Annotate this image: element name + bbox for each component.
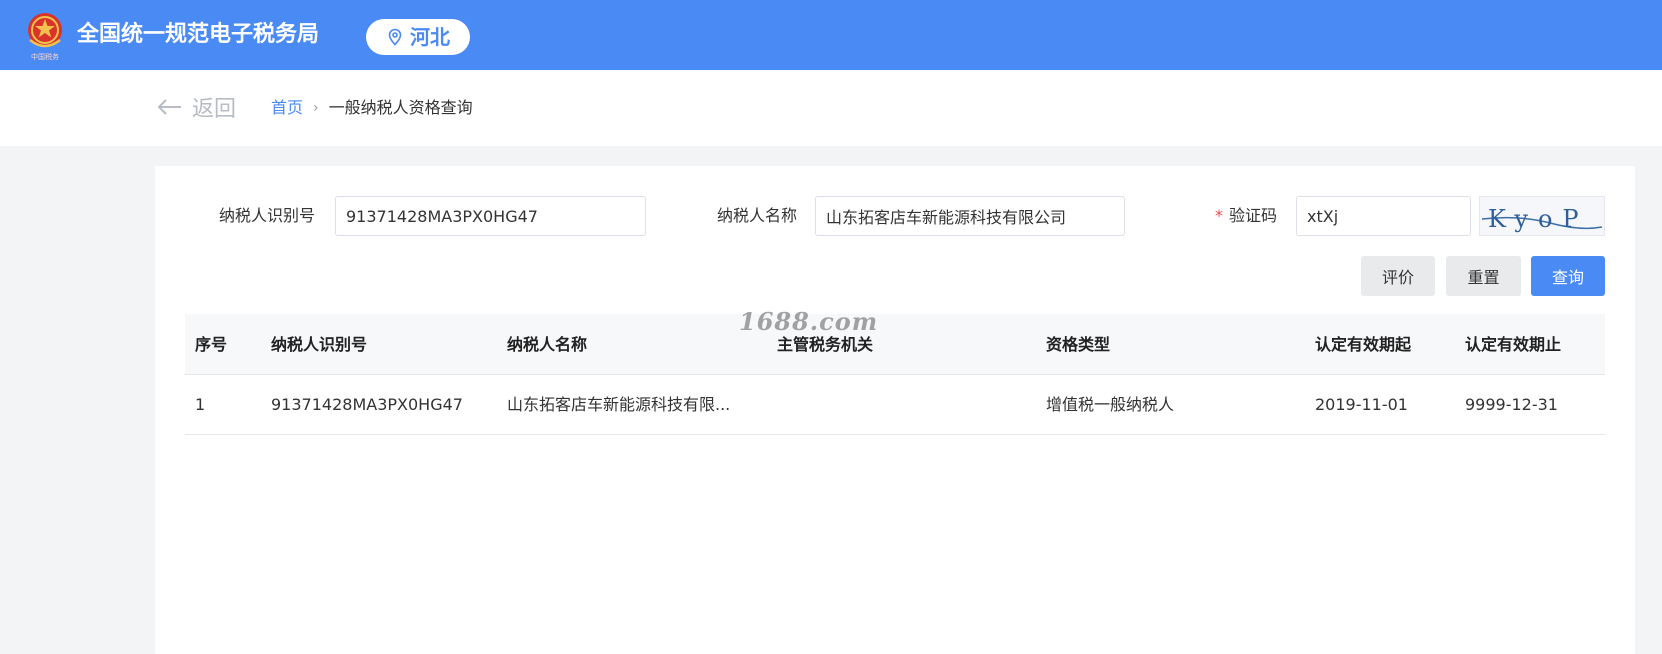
col-header-taxpayer-name: 纳税人名称	[507, 335, 588, 354]
breadcrumb: 首页 › 一般纳税人资格查询	[271, 97, 473, 119]
col-header-tax-authority: 主管税务机关	[777, 335, 874, 354]
captcha-image[interactable]: KyoP	[1479, 196, 1605, 236]
captcha-label: 验证码	[1229, 206, 1278, 225]
col-header-valid-to: 认定有效期止	[1465, 335, 1562, 354]
watermark-text: 1688.com	[739, 307, 879, 336]
tax-emblem-icon: 中国税务	[28, 13, 62, 61]
captcha-label-wrap: * 验证码	[1215, 205, 1277, 227]
cell-taxpayer-name: 山东拓客店车新能源科技有限...	[507, 395, 731, 414]
cell-valid-from: 2019-11-01	[1315, 395, 1408, 414]
top-header: 中国税务 全国统一规范电子税务局 河北	[0, 0, 1662, 70]
captcha-graphic: KyoP	[1481, 205, 1603, 233]
cell-taxpayer-id: 91371428MA3PX0HG47	[271, 395, 463, 414]
evaluate-button[interactable]: 评价	[1361, 256, 1435, 296]
col-header-index: 序号	[195, 335, 228, 354]
cell-qualification-type: 增值税一般纳税人	[1046, 395, 1175, 414]
captcha-input[interactable]	[1296, 196, 1471, 236]
site-title: 全国统一规范电子税务局	[77, 22, 320, 47]
breadcrumb-separator: ›	[313, 100, 319, 116]
taxpayer-name-label: 纳税人名称	[717, 206, 798, 225]
table-header: 序号 纳税人识别号 纳税人名称 主管税务机关 资格类型 认定有效期起 认定有效期…	[185, 314, 1605, 375]
col-header-valid-from: 认定有效期起	[1315, 335, 1412, 354]
emblem-text: 中国税务	[31, 52, 59, 61]
taxpayer-name-input[interactable]	[815, 196, 1125, 236]
cell-index: 1	[195, 395, 206, 414]
region-selector[interactable]: 河北	[366, 19, 470, 55]
taxpayer-id-input[interactable]	[335, 196, 646, 236]
back-button[interactable]: 返回	[156, 90, 236, 124]
query-button[interactable]: 查询	[1531, 256, 1605, 296]
query-panel: 纳税人识别号 纳税人名称 * 验证码 KyoP 评价 重置 查询 序号 纳税人识别…	[155, 166, 1635, 654]
cell-valid-to: 9999-12-31	[1465, 395, 1558, 414]
reset-button[interactable]: 重置	[1446, 256, 1521, 296]
breadcrumb-home-link[interactable]: 首页	[271, 97, 303, 119]
arrow-left-icon	[157, 99, 181, 115]
col-header-qualification-type: 资格类型	[1046, 335, 1111, 354]
table-row[interactable]: 1 91371428MA3PX0HG47 山东拓客店车新能源科技有限... 增值…	[185, 375, 1605, 435]
nav-bar: 返回 首页 › 一般纳税人资格查询	[0, 70, 1662, 146]
taxpayer-id-label: 纳税人识别号	[219, 206, 316, 225]
back-label: 返回	[192, 97, 237, 122]
breadcrumb-current: 一般纳税人资格查询	[328, 98, 473, 117]
location-pin-icon	[388, 28, 402, 46]
captcha-text: KyoP	[1488, 205, 1589, 233]
required-mark: *	[1215, 206, 1223, 225]
results-table: 序号 纳税人识别号 纳税人名称 主管税务机关 资格类型 认定有效期起 认定有效期…	[185, 314, 1605, 435]
region-label: 河北	[410, 25, 450, 49]
col-header-taxpayer-id: 纳税人识别号	[271, 335, 368, 354]
